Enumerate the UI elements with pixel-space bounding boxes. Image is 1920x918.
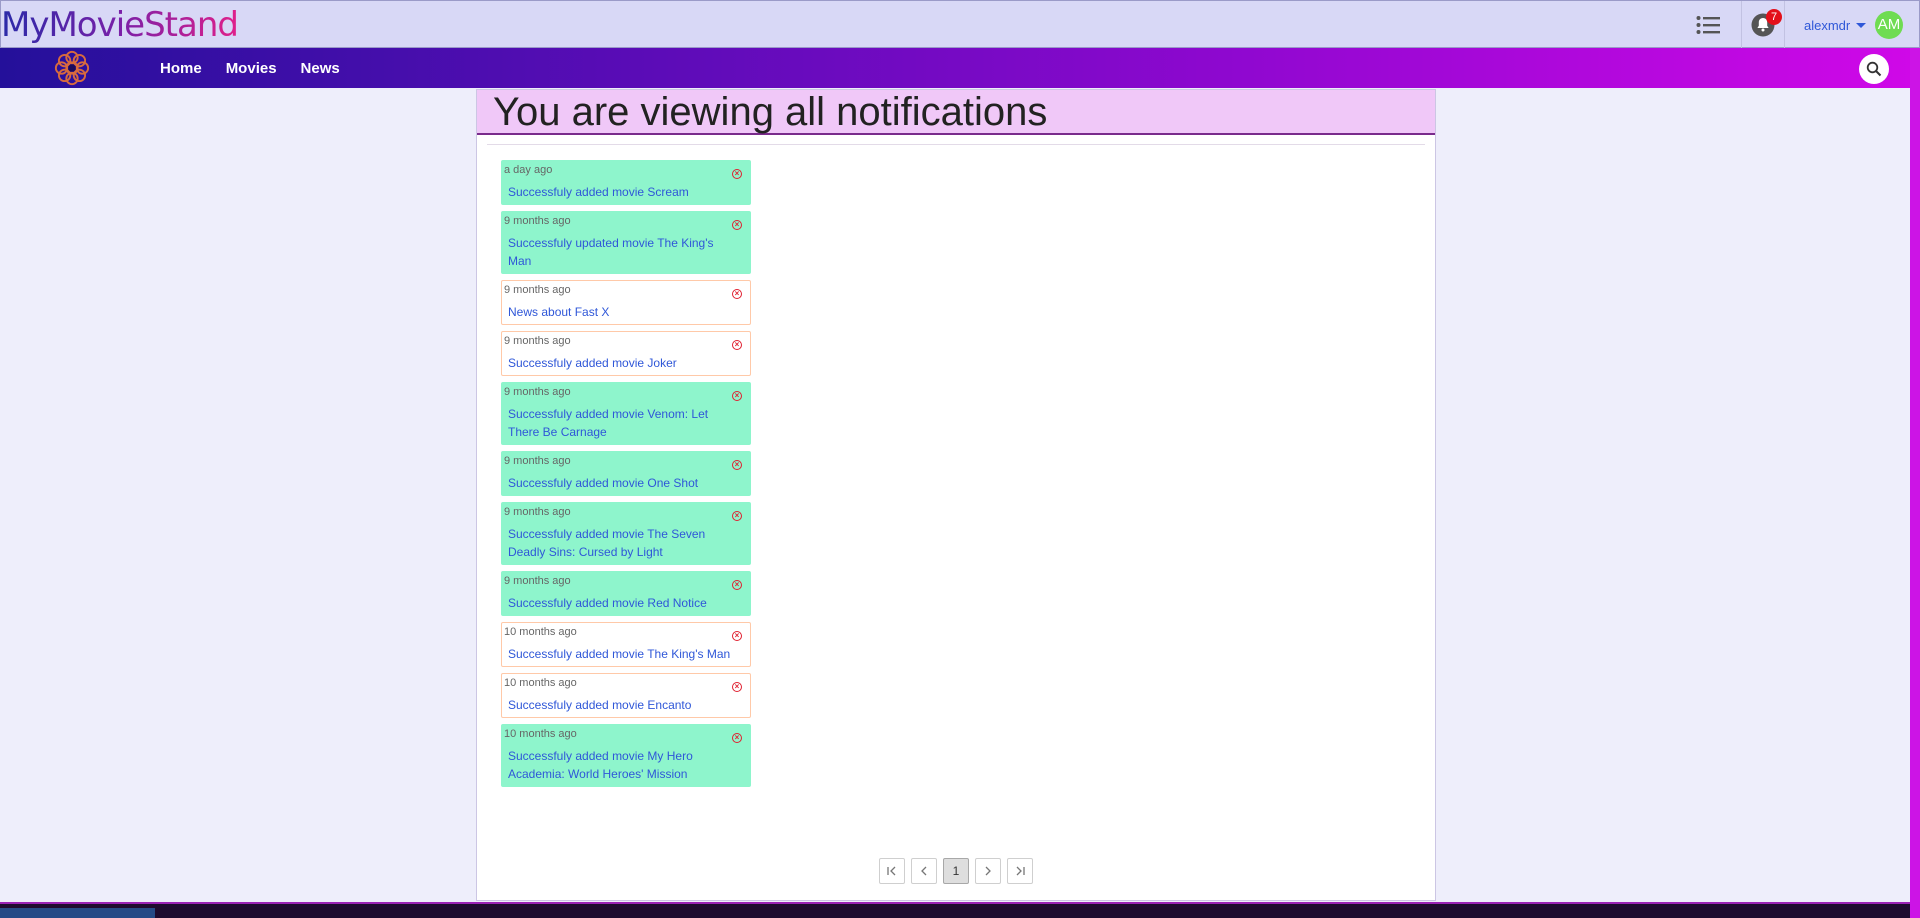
- page-title: You are viewing all notifications: [477, 90, 1435, 135]
- chevron-right-icon: [985, 866, 991, 876]
- page-edge: [1910, 48, 1920, 918]
- close-icon[interactable]: ×: [732, 220, 742, 230]
- notification-item[interactable]: 9 months ago × Successfuly updated movie T…: [501, 211, 751, 274]
- close-icon[interactable]: ×: [732, 511, 742, 521]
- avatar[interactable]: AM: [1875, 11, 1903, 39]
- notification-link[interactable]: Successfuly added movie One Shot: [502, 474, 750, 495]
- close-icon[interactable]: ×: [732, 169, 742, 179]
- notification-time: a day ago: [504, 164, 553, 176]
- notification-time: 10 months ago: [504, 677, 577, 689]
- next-page-button[interactable]: [975, 858, 1001, 884]
- notification-item[interactable]: 9 months ago × News about Fast X: [501, 280, 751, 325]
- close-icon[interactable]: ×: [732, 289, 742, 299]
- top-bar: MyMovieStand 7 alexmdr AM: [0, 0, 1920, 49]
- search-button[interactable]: [1859, 54, 1889, 84]
- footer: [0, 902, 1910, 918]
- notification-time: 9 months ago: [504, 335, 571, 347]
- notification-time: 9 months ago: [504, 575, 571, 587]
- notification-link[interactable]: News about Fast X: [502, 303, 750, 324]
- close-icon[interactable]: ×: [732, 733, 742, 743]
- close-icon[interactable]: ×: [732, 631, 742, 641]
- last-page-icon: [1016, 866, 1025, 876]
- close-icon[interactable]: ×: [732, 460, 742, 470]
- search-icon: [1866, 61, 1882, 77]
- notification-link[interactable]: Successfuly added movie Venom: Let There…: [502, 405, 750, 444]
- nav-news-link[interactable]: News: [301, 60, 340, 77]
- notifications-list: a day ago × Successfuly added movie Scream…: [501, 160, 751, 793]
- notification-item[interactable]: 9 months ago × Successfuly added movie One…: [501, 451, 751, 496]
- list-icon: [1696, 16, 1720, 34]
- list-menu-button[interactable]: [1687, 1, 1729, 49]
- notification-item[interactable]: 9 months ago × Successfuly added movie Red…: [501, 571, 751, 616]
- notification-time: 9 months ago: [504, 506, 571, 518]
- close-icon[interactable]: ×: [732, 580, 742, 590]
- notification-link[interactable]: Successfuly added movie Scream: [502, 183, 750, 204]
- username-label: alexmdr: [1804, 17, 1851, 33]
- close-icon[interactable]: ×: [732, 682, 742, 692]
- notification-time: 9 months ago: [504, 215, 571, 227]
- notification-link[interactable]: Successfuly added movie Red Notice: [502, 594, 750, 615]
- page-button-current[interactable]: 1: [943, 858, 969, 884]
- notification-item[interactable]: a day ago × Successfuly added movie Scream: [501, 160, 751, 205]
- footer-block: [0, 908, 155, 918]
- notification-time: 9 months ago: [504, 284, 571, 296]
- notification-item[interactable]: 10 months ago × Successfuly added movie My…: [501, 724, 751, 787]
- notification-count-badge: 7: [1766, 9, 1782, 25]
- site-logo[interactable]: MyMovieStand: [1, 5, 239, 45]
- notification-link[interactable]: Successfuly added movie The Seven Deadly…: [502, 525, 750, 564]
- notification-item[interactable]: 9 months ago × Successfuly added movie Jok…: [501, 331, 751, 376]
- notification-time: 9 months ago: [504, 455, 571, 467]
- notifications-button[interactable]: 7: [1741, 1, 1785, 49]
- notification-item[interactable]: 9 months ago × Successfuly added movie The…: [501, 502, 751, 565]
- main-navbar: Home Movies News: [0, 48, 1920, 88]
- notifications-card: You are viewing all notifications a day …: [476, 89, 1436, 901]
- nav-movies-link[interactable]: Movies: [226, 60, 277, 77]
- pagination: 1: [879, 858, 1033, 884]
- notification-link[interactable]: Successfuly added movie Joker: [502, 354, 750, 375]
- notification-item[interactable]: 10 months ago × Successfuly added movie Th…: [501, 622, 751, 667]
- last-page-button[interactable]: [1007, 858, 1033, 884]
- user-menu[interactable]: alexmdr: [1804, 1, 1867, 49]
- notification-item[interactable]: 9 months ago × Successfuly added movie Ven…: [501, 382, 751, 445]
- notification-link[interactable]: Successfuly updated movie The King's Man: [502, 234, 750, 273]
- notification-link[interactable]: Successfuly added movie My Hero Academia…: [502, 747, 750, 786]
- notification-link[interactable]: Successfuly added movie Encanto: [502, 696, 750, 717]
- first-page-button[interactable]: [879, 858, 905, 884]
- notification-item[interactable]: 10 months ago × Successfuly added movie En…: [501, 673, 751, 718]
- close-icon[interactable]: ×: [732, 391, 742, 401]
- prev-page-button[interactable]: [911, 858, 937, 884]
- notification-link[interactable]: Successfuly added movie The King's Man: [502, 645, 750, 666]
- divider: [487, 144, 1425, 145]
- nav-links: Home Movies News: [160, 48, 340, 88]
- nav-home-link[interactable]: Home: [160, 60, 202, 77]
- chevron-left-icon: [921, 866, 927, 876]
- notification-time: 10 months ago: [504, 626, 577, 638]
- close-icon[interactable]: ×: [732, 340, 742, 350]
- caret-down-icon: [1856, 22, 1867, 28]
- notification-time: 9 months ago: [504, 386, 571, 398]
- notification-time: 10 months ago: [504, 728, 577, 740]
- flower-logo-icon[interactable]: [52, 49, 92, 87]
- first-page-icon: [887, 866, 896, 876]
